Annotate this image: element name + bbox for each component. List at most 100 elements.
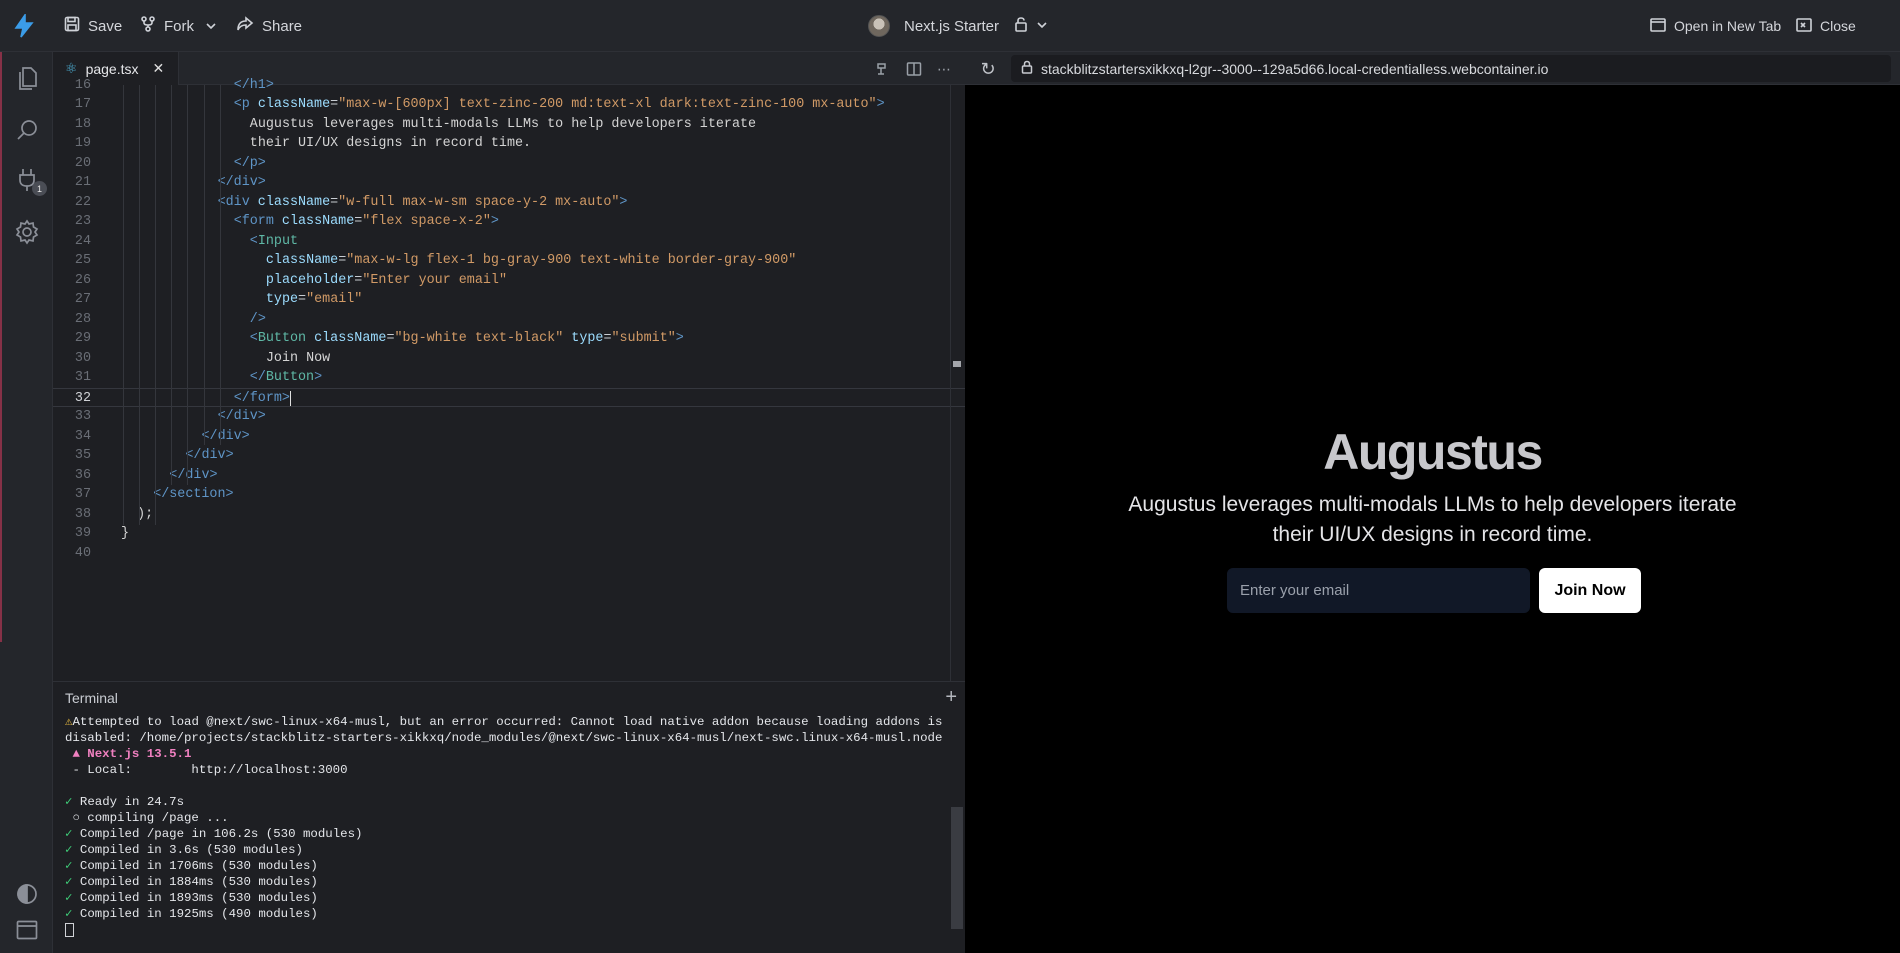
preview-url-bar[interactable]: stackblitzstartersxikkxq-l2gr--3000--129…: [1011, 55, 1891, 82]
line-number: 32: [74, 390, 91, 406]
terminal-compiling-line: ○ compiling /page ...: [72, 811, 229, 825]
project-info[interactable]: Next.js Starter: [868, 0, 999, 52]
code-line[interactable]: 30 Join Now: [53, 349, 965, 369]
stackblitz-logo-icon[interactable]: [14, 0, 34, 52]
visibility-toggle[interactable]: [1014, 0, 1048, 52]
code-text: </p>: [233, 155, 266, 171]
settings-gear-icon[interactable]: [13, 218, 41, 246]
code-line[interactable]: 31 </Button>: [53, 368, 965, 388]
code-line[interactable]: 38);: [53, 505, 965, 525]
line-number: 27: [74, 292, 91, 307]
code-text: </Button>: [249, 370, 323, 385]
code-editor[interactable]: 16 </h1> 17 <p className="max-w-[600px] tex…: [53, 78, 965, 681]
code-text: <form className="flex space-x-2">: [233, 214, 499, 229]
code-line[interactable]: 28 />: [53, 310, 965, 330]
code-line[interactable]: 32 </form>: [53, 387, 965, 407]
indent-guide: [187, 85, 189, 485]
layout-panel-icon[interactable]: [13, 916, 41, 944]
fork-icon: [140, 16, 156, 36]
line-number: 35: [74, 448, 91, 463]
fork-label: Fork: [164, 17, 194, 35]
code-line[interactable]: 23 <form className="flex space-x-2">: [53, 212, 965, 232]
terminal-compiled-line: ✓ Compiled in 1925ms (490 modules): [65, 907, 318, 921]
join-now-button[interactable]: Join Now: [1539, 568, 1641, 613]
indent-guide: [219, 85, 221, 445]
code-line[interactable]: 20 </p>: [53, 154, 965, 174]
line-number: 31: [74, 370, 91, 385]
line-number: 37: [74, 487, 91, 502]
line-number: 28: [74, 311, 91, 327]
code-line[interactable]: 26 placeholder="Enter your email": [53, 271, 965, 291]
files-icon[interactable]: [13, 64, 41, 92]
theme-toggle-icon[interactable]: [13, 880, 41, 908]
indent-guide: [171, 85, 173, 485]
fork-menu-chevron-icon[interactable]: [205, 0, 217, 52]
check-icon: ✓: [65, 859, 73, 873]
close-tab-icon[interactable]: ✕: [153, 60, 165, 77]
indent-guide: [155, 85, 157, 525]
extensions-badge: 1: [32, 181, 47, 196]
code-line[interactable]: 18 Augustus leverages multi-modals LLMs t…: [53, 115, 965, 135]
terminal-output: ⚠Attempted to load @next/swc-linux-x64-m…: [65, 714, 965, 938]
line-number: 24: [74, 233, 91, 249]
terminal-compiled-lines: ✓ Compiled /page in 106.2s (530 modules)…: [65, 826, 965, 922]
terminal-title: Terminal: [65, 690, 118, 706]
code-line[interactable]: 39}: [53, 524, 965, 544]
terminal-cursor: [65, 922, 74, 937]
terminal-prompt-line[interactable]: [65, 922, 965, 938]
react-file-icon: ⚛: [65, 60, 78, 76]
close-preview-button[interactable]: Close: [1796, 0, 1856, 52]
code-line[interactable]: 16 </h1>: [53, 76, 965, 96]
activity-bar: 1: [0, 52, 53, 953]
terminal-ready-line: ✓ Ready in 24.7s: [65, 795, 185, 809]
save-label: Save: [88, 17, 123, 35]
new-tab-icon: [1650, 17, 1666, 35]
line-number: 22: [74, 194, 91, 210]
code-line[interactable]: 40: [53, 544, 965, 564]
open-in-new-tab-button[interactable]: Open in New Tab: [1650, 0, 1781, 52]
terminal-scrollbar[interactable]: [951, 807, 963, 929]
code-line[interactable]: 37 </section>: [53, 485, 965, 505]
terminal-panel[interactable]: Terminal + ⚠Attempted to load @next/swc-…: [53, 681, 965, 953]
code-text: </h1>: [233, 77, 274, 93]
check-icon: ✓: [65, 891, 73, 905]
search-icon[interactable]: [13, 116, 41, 144]
extensions-plug-icon[interactable]: 1: [13, 166, 47, 196]
share-icon: [236, 16, 254, 36]
code-text: <Button className="bg-white text-black" …: [249, 331, 684, 346]
code-line[interactable]: 25 className="max-w-lg flex-1 bg-gray-900…: [53, 251, 965, 271]
code-line[interactable]: 17 <p className="max-w-[600px] text-zinc-…: [53, 95, 965, 115]
code-line[interactable]: 24 <Input: [53, 232, 965, 252]
code-line[interactable]: 33 </div>: [53, 407, 965, 427]
line-number: 17: [74, 97, 91, 112]
close-label: Close: [1820, 18, 1856, 34]
code-text: their UI/UX designs in record time.: [249, 136, 532, 151]
code-line[interactable]: 21 </div>: [53, 173, 965, 193]
code-line[interactable]: 35 </div>: [53, 446, 965, 466]
terminal-warning-line: ⚠Attempted to load @next/swc-linux-x64-m…: [65, 715, 950, 745]
line-number: 30: [74, 350, 91, 366]
code-line[interactable]: 22 <div className="w-full max-w-sm space-…: [53, 193, 965, 213]
add-terminal-icon[interactable]: +: [945, 686, 957, 709]
share-button[interactable]: Share: [236, 0, 302, 52]
code-line[interactable]: 34 </div>: [53, 427, 965, 447]
check-icon: ✓: [65, 795, 73, 809]
code-line[interactable]: 19 their UI/UX designs in record time.: [53, 134, 965, 154]
email-input[interactable]: Enter your email: [1227, 568, 1530, 613]
lock-icon: [1014, 16, 1028, 36]
terminal-compiled-line: ✓ Compiled in 1893ms (530 modules): [65, 891, 318, 905]
line-number: 29: [74, 331, 91, 346]
code-text: </div>: [217, 175, 266, 190]
close-panel-icon: [1796, 17, 1812, 35]
refresh-icon[interactable]: ↻: [977, 58, 999, 80]
tab-label: page.tsx: [85, 60, 139, 77]
code-line[interactable]: 29 <Button className="bg-white text-black…: [53, 329, 965, 349]
fork-button[interactable]: Fork: [140, 0, 194, 52]
code-text: placeholder="Enter your email": [265, 272, 507, 288]
code-line[interactable]: 27 type="email": [53, 290, 965, 310]
line-number: 39: [74, 526, 91, 541]
code-line[interactable]: 36 </div>: [53, 466, 965, 486]
terminal-compiled-line: ✓ Compiled in 3.6s (530 modules): [65, 843, 303, 857]
save-button[interactable]: Save: [64, 0, 122, 52]
line-number: 18: [74, 116, 91, 132]
